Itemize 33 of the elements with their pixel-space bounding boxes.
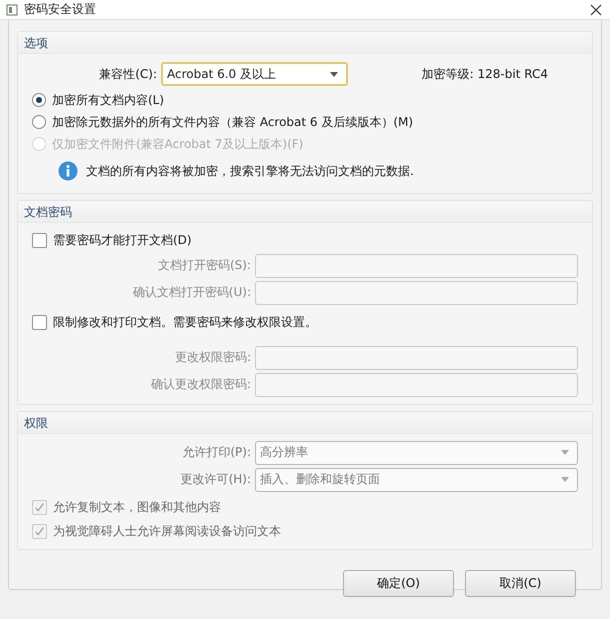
checkbox-label: 为视觉障碍人士允许屏幕阅读设备访问文本 (53, 522, 281, 540)
field-label: 确认更改权限密码: (150, 376, 251, 393)
checkbox-label: 允许复制文本，图像和其他内容 (53, 498, 221, 516)
caret-icon (561, 450, 569, 455)
field-label: 确认文档打开密码(U): (132, 284, 251, 301)
field-label: 文档打开密码(S): (158, 257, 251, 274)
ok-button[interactable]: 确定(O) (343, 570, 454, 597)
caret-icon (561, 477, 569, 482)
encryption-level: 加密等级: 128-bit RC4 (422, 66, 548, 82)
radio-label: 加密所有文档内容(L) (52, 92, 164, 108)
radio-button[interactable] (32, 115, 46, 129)
radio-label: 加密除元数据外的所有文件内容（兼容 Acrobat 6 及后续版本）(M) (52, 114, 414, 130)
section-heading: 文档密码 (18, 201, 592, 223)
caret-icon (330, 72, 338, 76)
window-title: 密码安全设置 (24, 1, 97, 18)
checkbox[interactable] (32, 232, 47, 248)
cancel-button[interactable]: 取消(C) (465, 570, 576, 597)
section-heading: 权限 (18, 412, 592, 434)
info-icon (58, 161, 78, 181)
checkbox[interactable] (32, 314, 47, 330)
radio-button[interactable] (32, 93, 46, 107)
compatibility-dropdown[interactable]: Acrobat 6.0 及以上 (161, 62, 348, 86)
field-label: 兼容性(C): (98, 66, 157, 82)
info-text: 文档的所有内容将被加密，搜索引擎将无法访问文档的元数据. (86, 162, 414, 180)
field-label: 更改许可(H): (180, 471, 251, 488)
field-label: 更改权限密码: (174, 349, 251, 366)
document-icon (6, 4, 18, 16)
close-icon[interactable] (590, 4, 602, 16)
checkbox-label: 需要密码才能打开文档(D) (53, 232, 192, 248)
field-label: 允许打印(P): (182, 444, 251, 461)
section-heading: 选项 (18, 32, 592, 54)
checkbox-label: 限制修改和打印文档。需要密码来修改权限设置。 (53, 314, 317, 330)
radio-label: 仅加密文件附件(兼容Acrobat 7及以上版本)(F) (52, 136, 304, 152)
